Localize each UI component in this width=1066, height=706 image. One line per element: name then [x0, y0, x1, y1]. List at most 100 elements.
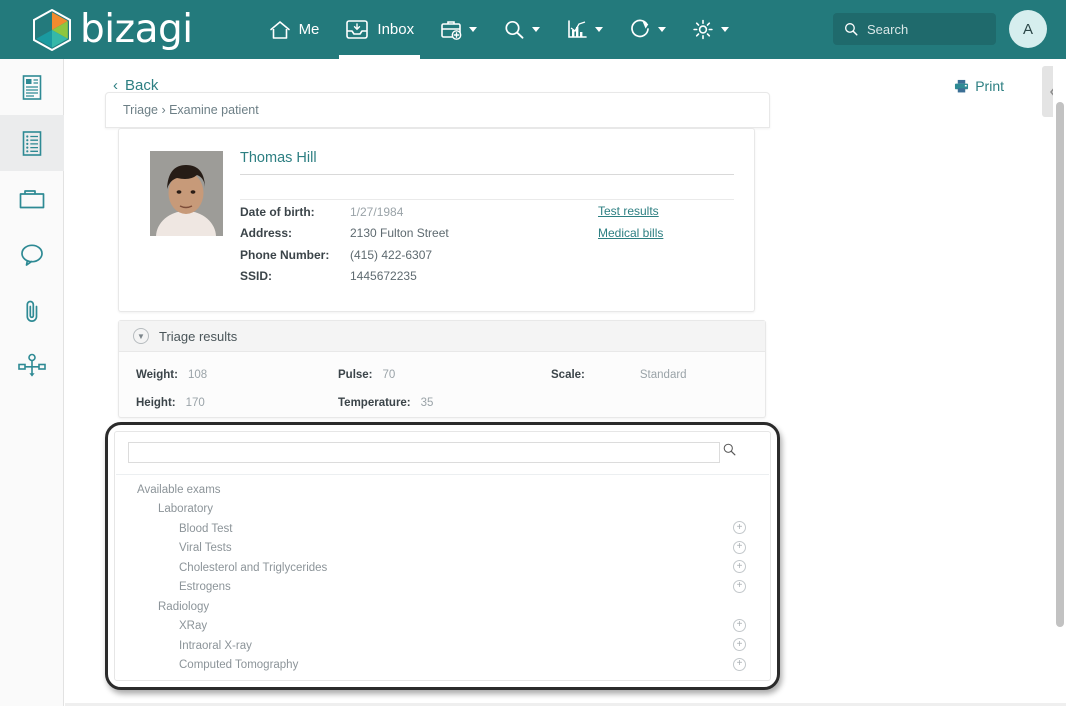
chevron-down-icon-refresh [658, 27, 667, 32]
page-scrollbar-thumb[interactable] [1056, 102, 1064, 627]
plus-circle-icon[interactable]: + [733, 560, 746, 573]
global-search-box[interactable]: Search [833, 13, 996, 45]
paperclip-icon [26, 300, 38, 322]
avatar[interactable]: A [1009, 10, 1047, 48]
chevron-down-icon-search [532, 27, 541, 32]
left-sidebar [0, 59, 64, 706]
tree-label: Cholesterol and Triglycerides [179, 561, 328, 574]
tree-group-laboratory[interactable]: Laboratory [115, 500, 770, 520]
field-label: Height: [136, 397, 176, 409]
sidebar-item-form[interactable] [0, 115, 64, 171]
field-label: Address: [240, 226, 293, 240]
main-nav: Me Inbox [256, 0, 743, 59]
tree-item-blood-test[interactable]: Blood Test + [115, 519, 770, 539]
brand-name: bizagi [80, 7, 193, 52]
chevron-down-icon-analytics [595, 27, 604, 32]
summary-document-icon [22, 74, 42, 100]
tree-item-viral-tests[interactable]: Viral Tests + [115, 539, 770, 559]
field-value: 1/27/1984 [350, 205, 404, 219]
sidebar-item-summary[interactable] [0, 59, 64, 115]
tree-item-estrogens[interactable]: Estrogens + [115, 578, 770, 598]
tree-label: Intraoral X-ray [179, 639, 252, 652]
divider-top [240, 174, 734, 175]
field-phone-number: Phone Number: (415) 422-6307 [240, 248, 432, 262]
field-label: Date of birth: [240, 205, 315, 219]
link-test-results[interactable]: Test results [598, 204, 659, 218]
triage-field-temperature: Temperature: 35 [338, 397, 433, 409]
exams-tree: Available exams Laboratory Blood Test + … [115, 480, 770, 675]
nav-item-settings[interactable] [679, 0, 742, 59]
patient-card: Thomas Hill Date of birth: 1/27/1984 Add… [118, 128, 755, 312]
available-exams-highlight: Available exams Laboratory Blood Test + … [105, 422, 780, 690]
field-date-of-birth: Date of birth: 1/27/1984 [240, 205, 403, 219]
tree-item-intraoral-x-ray[interactable]: Intraoral X-ray + [115, 636, 770, 656]
tree-item-computed-tomography[interactable]: Computed Tomography + [115, 656, 770, 676]
top-header: bizagi Me Inbox Search A [0, 0, 1066, 59]
sidebar-item-attachments[interactable] [0, 283, 64, 339]
triage-field-weight: Weight: 108 [136, 369, 207, 381]
sidebar-item-process[interactable] [0, 339, 64, 395]
plus-circle-icon[interactable]: + [733, 657, 746, 671]
field-value: 70 [382, 369, 396, 381]
plus-circle-icon[interactable]: + [733, 638, 746, 651]
brand-logo[interactable]: bizagi [33, 7, 193, 52]
available-exams-panel: Available exams Laboratory Blood Test + … [114, 431, 771, 681]
plus-circle-icon[interactable]: + [733, 521, 746, 534]
tree-label: Blood Test [179, 522, 233, 535]
field-ssid: SSID: 1445672235 [240, 269, 417, 283]
nav-item-analytics[interactable] [553, 0, 616, 59]
print-button[interactable]: Print [954, 78, 1004, 94]
printer-icon [955, 79, 969, 93]
breadcrumb-text: Triage › Examine patient [123, 103, 259, 117]
triage-field-pulse: Pulse: 70 [338, 369, 395, 381]
tree-item-cholesterol-and-triglycerides[interactable]: Cholesterol and Triglycerides + [115, 558, 770, 578]
field-value: (415) 422-6307 [350, 248, 433, 262]
tree-item-xray[interactable]: XRay + [115, 617, 770, 637]
plus-circle-icon[interactable]: + [733, 540, 746, 554]
field-address: Address: 2130 Fulton Street [240, 226, 449, 240]
triage-field-scale: Scale: Standard [551, 369, 687, 381]
nav-label-inbox: Inbox [377, 21, 415, 38]
form-list-icon [22, 130, 42, 156]
plus-circle-icon[interactable]: + [733, 618, 746, 632]
field-value: 1445672235 [350, 269, 417, 283]
patient-photo [150, 151, 223, 236]
global-search-placeholder: Search [867, 21, 909, 37]
field-value: 2130 Fulton Street [350, 226, 449, 240]
search-icon[interactable] [723, 443, 736, 461]
tree-group-radiology[interactable]: Radiology [115, 597, 770, 617]
chevron-down-icon-new-case [469, 27, 478, 32]
gear-icon [693, 19, 713, 40]
link-medical-bills[interactable]: Medical bills [598, 226, 663, 240]
triage-field-height: Height: 170 [136, 397, 205, 409]
sidebar-item-comments[interactable] [0, 227, 64, 283]
nav-item-search[interactable] [490, 0, 553, 59]
divider-second [240, 199, 734, 200]
sidebar-item-documents[interactable] [0, 171, 64, 227]
nav-item-me[interactable]: Me [256, 0, 333, 59]
tree-node-available-exams: Available exams [115, 480, 770, 500]
analytics-icon [568, 20, 587, 38]
plus-circle-icon[interactable]: + [733, 579, 746, 593]
breadcrumb: Triage › Examine patient [105, 92, 770, 128]
field-label: Pulse: [338, 369, 373, 381]
triage-results-title: Triage results [159, 328, 238, 344]
comment-bubble-icon [21, 243, 43, 266]
page-scrollbar-track[interactable] [1053, 59, 1066, 706]
new-case-icon [441, 21, 462, 40]
home-icon [269, 20, 290, 39]
bizagi-hexagon-icon [33, 8, 71, 51]
nav-item-inbox[interactable]: Inbox [332, 0, 427, 59]
chevron-down-icon: ▼ [133, 328, 149, 344]
tree-label: Radiology [158, 600, 210, 613]
field-label: SSID: [240, 269, 273, 283]
search-icon [505, 20, 524, 39]
exam-search-input[interactable] [128, 442, 720, 463]
triage-results-header[interactable]: ▼ Triage results [119, 321, 765, 352]
inbox-icon [346, 20, 369, 39]
field-value: 108 [187, 369, 208, 381]
patient-links: Test results [598, 204, 659, 218]
nav-item-new-case[interactable] [427, 0, 490, 59]
chevron-down-icon-settings [721, 27, 730, 32]
nav-item-refresh[interactable] [616, 0, 679, 59]
